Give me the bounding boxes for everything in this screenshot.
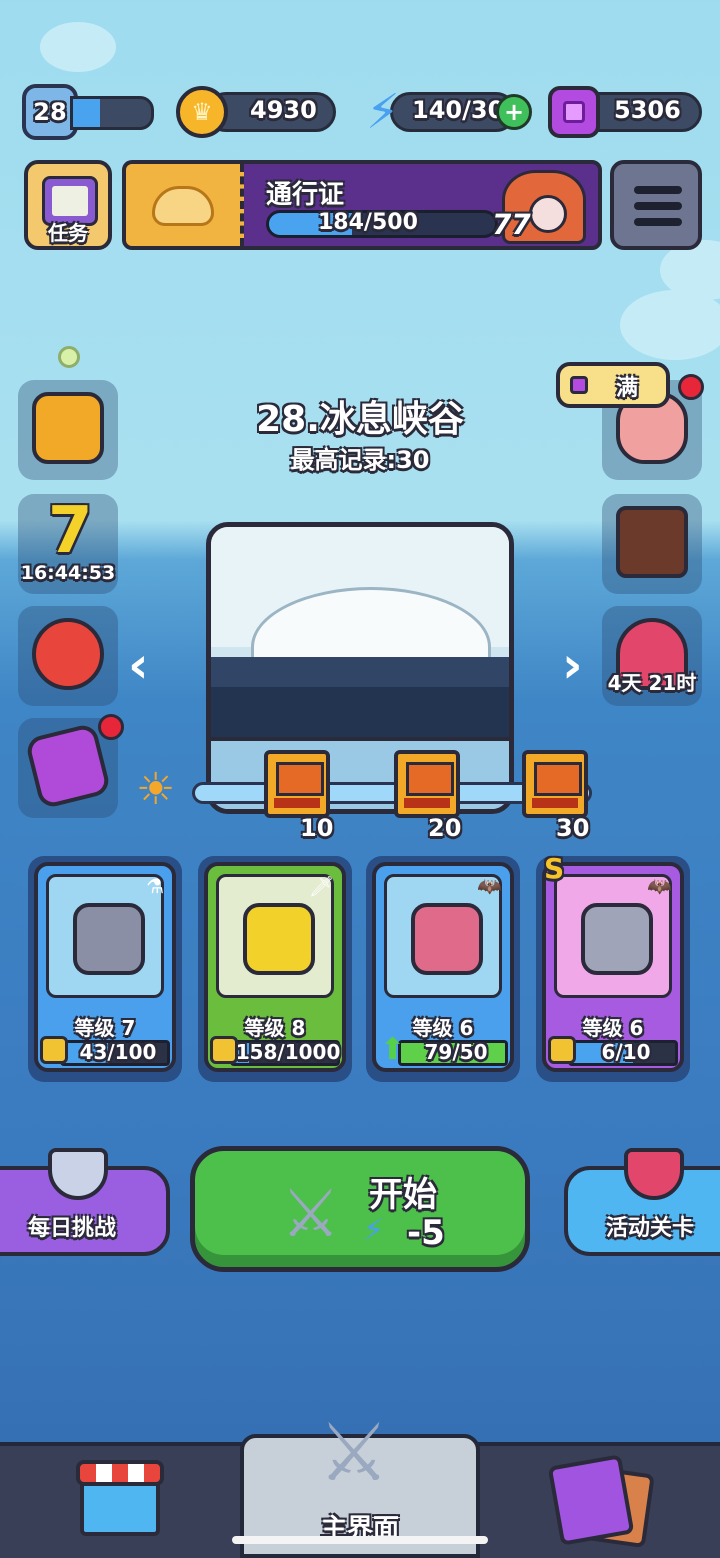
sword-shield-icon	[624, 1148, 684, 1200]
menu-icon	[634, 186, 682, 194]
hero-card[interactable]: 🗡 等级 8 158/1000	[198, 856, 352, 1082]
energy-amount: 140/30	[412, 96, 505, 124]
player-level: 28	[33, 98, 67, 126]
event-stage-label: 活动关卡	[606, 1216, 695, 1241]
sword-icon: 🗡	[308, 874, 334, 898]
milestone-label: 30	[556, 814, 590, 842]
reward-chest[interactable]	[522, 750, 588, 818]
hero-card[interactable]: ⚗ 等级 7 43/100	[28, 856, 182, 1082]
crossed-swords-icon: ⚔	[281, 1175, 341, 1252]
shield-icon	[48, 1148, 108, 1200]
puzzle-icon	[548, 1036, 576, 1064]
cloud-decor	[620, 290, 720, 360]
s-card-button[interactable]	[18, 714, 124, 818]
puzzle-icon	[210, 1036, 238, 1064]
hero-card-frame: 🦇 等级 6 6/10	[542, 862, 684, 1072]
pass-progress-text: 184/500	[318, 210, 418, 235]
start-energy-cost: -5	[407, 1213, 445, 1253]
upgrade-arrow-icon: ⬆	[380, 1032, 406, 1067]
reward-chest[interactable]	[264, 750, 330, 818]
event-stage-button[interactable]: 活动关卡	[564, 1148, 720, 1256]
s-rank-badge: S	[544, 852, 565, 885]
stage-record: 最高记录:30	[290, 446, 430, 474]
stage-preview[interactable]	[206, 522, 514, 814]
seven-day-icon: 7	[48, 494, 93, 568]
stage-deck-lower	[211, 687, 509, 737]
demon-hero-icon	[411, 903, 483, 975]
cloud-decor	[40, 22, 116, 72]
hero-card-frame: 🗡 等级 8 158/1000	[204, 862, 346, 1072]
notification-dot	[98, 714, 124, 740]
task-label: 任务	[48, 221, 88, 245]
sun-moon-icon: ☀	[136, 764, 176, 815]
home-indicator	[232, 1536, 488, 1544]
coin-amount: 4930	[250, 96, 317, 124]
pass-level: 77	[489, 208, 534, 241]
hero-card[interactable]: 🦇 等级 6 79/50 ⬆	[366, 856, 520, 1082]
pass-ticket	[126, 164, 244, 246]
stage-title: 28.冰息峡谷	[256, 399, 464, 440]
next-stage-arrow[interactable]: ›	[562, 636, 583, 694]
golem-hero-icon	[73, 903, 145, 975]
shop-icon	[76, 1460, 164, 1486]
player-xp-fill	[73, 99, 101, 127]
lightning-icon: ⚡	[363, 1213, 385, 1248]
menu-icon-line	[634, 218, 682, 226]
hero-shard-text: 79/50	[424, 1040, 488, 1064]
s-card-icon	[24, 722, 112, 810]
hero-shard-text: 43/100	[79, 1040, 157, 1064]
hero-card-frame: ⚗ 等级 7 43/100	[34, 862, 176, 1072]
coffin-button[interactable]	[602, 494, 702, 594]
hero-card-frame: 🦇 等级 6 79/50 ⬆	[372, 862, 514, 1072]
add-energy-button[interactable]: +	[496, 94, 532, 130]
seven-day-timer: 16:44:53	[20, 562, 116, 584]
event-timer: 4天 21时	[607, 671, 697, 695]
vampire-hero-icon	[581, 903, 653, 975]
daily-challenge-button[interactable]: 每日挑战	[0, 1148, 170, 1256]
bird-hero-icon	[243, 903, 315, 975]
reward-chest[interactable]	[394, 750, 460, 818]
target-icon	[32, 618, 104, 690]
hero-card[interactable]: 🦇 等级 6 6/10	[536, 856, 690, 1082]
bat-icon: 🦇	[477, 874, 502, 898]
bubble-decor	[58, 346, 80, 368]
purple-gem-icon	[548, 86, 600, 138]
seven-day-button[interactable]: 7 16:44:53	[18, 494, 118, 594]
cards-icon	[547, 1454, 635, 1546]
hero-shard-text: 158/1000	[235, 1040, 341, 1064]
puzzle-icon	[40, 1036, 68, 1064]
shop-tab[interactable]	[76, 1460, 164, 1536]
pass-title: 通行证	[266, 180, 345, 210]
task-button[interactable]: 任务	[24, 160, 112, 250]
crown-coin-icon: ♛	[176, 86, 228, 138]
crossed-swords-icon: ⚔	[318, 1406, 390, 1499]
event-hero-button[interactable]: 4天 21时	[602, 606, 702, 706]
battle-pass-banner[interactable]: 通行证 184/500 77	[122, 160, 602, 250]
start-button[interactable]: ⚔ 开始 ⚡ -5	[190, 1146, 530, 1272]
milestone-label: 10	[300, 814, 334, 842]
gem-amount: 5306	[614, 96, 681, 124]
prev-stage-arrow[interactable]: ‹	[128, 636, 149, 694]
start-label: 开始	[369, 1175, 437, 1215]
menu-icon-line	[634, 202, 682, 210]
bun-icon	[152, 186, 214, 226]
potion-icon: ⚗	[146, 874, 164, 898]
lightning-icon: ⚡	[366, 84, 400, 140]
bat-icon: 🦇	[647, 874, 672, 898]
menu-button[interactable]	[610, 160, 702, 250]
hero-shard-text: 6/10	[601, 1040, 651, 1064]
coffin-icon	[616, 506, 688, 578]
daily-challenge-label: 每日挑战	[28, 1216, 117, 1241]
player-xp-bar	[70, 96, 154, 130]
milestone-label: 20	[428, 814, 462, 842]
target-button[interactable]	[18, 606, 118, 706]
